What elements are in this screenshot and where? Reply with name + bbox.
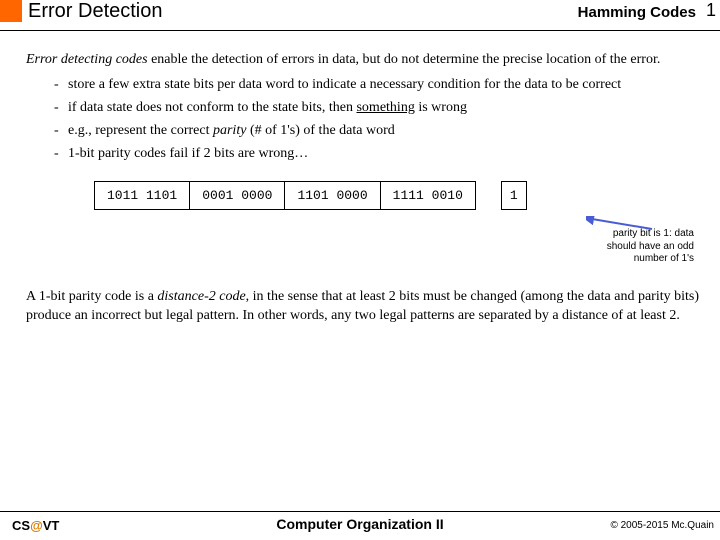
slide-header: Error Detection Hamming Codes 1 — [0, 0, 720, 31]
intro-paragraph: Error detecting codes enable the detecti… — [26, 51, 702, 70]
slide-body: Error detecting codes enable the detecti… — [0, 31, 720, 326]
accent-square-icon — [0, 0, 22, 22]
page-number: 1 — [706, 0, 716, 21]
code-cell: 1111 0010 — [380, 181, 476, 210]
parity-annotation: parity bit is 1: data should have an odd… — [604, 228, 694, 266]
slide-title: Error Detection — [28, 0, 163, 23]
bullet-item: e.g., represent the correct parity (# of… — [54, 122, 702, 141]
bullet-item: if data state does not conform to the st… — [54, 99, 702, 118]
intro-lead-italic: Error detecting codes — [26, 52, 148, 67]
annotation-area: parity bit is 1: data should have an odd… — [26, 210, 702, 282]
bullet-item: store a few extra state bits per data wo… — [54, 76, 702, 95]
parity-cell: 1 — [501, 181, 527, 210]
bullet-list: store a few extra state bits per data wo… — [54, 76, 702, 164]
footer-right: © 2005-2015 Mc.Quain — [610, 520, 714, 531]
code-cell: 0001 0000 — [189, 181, 285, 210]
closing-paragraph: A 1-bit parity code is a distance-2 code… — [26, 288, 702, 326]
intro-lead-rest: enable the detection of errors in data, … — [148, 52, 661, 67]
code-row: 1011 1101 0001 0000 1101 0000 1111 0010 … — [94, 181, 702, 210]
bullet-item: 1-bit parity codes fail if 2 bits are wr… — [54, 145, 702, 164]
code-cell: 1011 1101 — [94, 181, 190, 210]
section-title: Hamming Codes — [578, 4, 696, 21]
code-cell: 1101 0000 — [284, 181, 380, 210]
arrow-icon — [586, 216, 656, 232]
slide-footer: CS@VT Computer Organization II © 2005-20… — [0, 511, 720, 540]
